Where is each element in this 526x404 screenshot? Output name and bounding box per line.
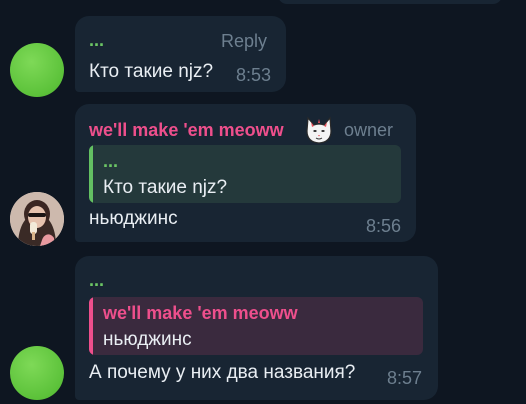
- cat-mask-icon: [306, 116, 332, 144]
- role-label: owner: [344, 120, 394, 140]
- message-bubble[interactable]: ... Reply Кто такие njz? 8:53: [75, 16, 286, 92]
- previous-message-bubble[interactable]: [278, 0, 502, 4]
- message-bubble[interactable]: ... we'll make 'em meoww ньюджинс А поче…: [75, 256, 438, 400]
- message-bubble[interactable]: we'll make 'em meoww owner ... Кто такие…: [75, 104, 416, 242]
- reply-quote[interactable]: we'll make 'em meoww ньюджинс: [89, 297, 423, 355]
- reply-button[interactable]: Reply: [221, 31, 267, 52]
- quote-sender: ...: [103, 151, 119, 171]
- avatar[interactable]: [10, 43, 64, 97]
- avatar[interactable]: [10, 192, 64, 246]
- reply-quote[interactable]: ... Кто такие njz?: [89, 145, 401, 203]
- message-text: Кто такие njz?: [89, 61, 214, 82]
- message-text: ньюджинс: [89, 208, 178, 229]
- message-time: 8:57: [387, 368, 423, 388]
- sender-name[interactable]: ...: [89, 30, 104, 51]
- quote-bar: [89, 145, 93, 203]
- message-text: А почему у них два названия?: [89, 362, 356, 383]
- quote-bar: [89, 297, 93, 355]
- sender-name[interactable]: we'll make 'em meoww: [89, 120, 284, 141]
- quote-text: ньюджинс: [103, 329, 192, 350]
- sender-name[interactable]: ...: [89, 270, 104, 291]
- quote-text: Кто такие njz?: [103, 177, 228, 198]
- quote-sender: we'll make 'em meoww: [103, 303, 298, 323]
- avatar[interactable]: [10, 346, 64, 400]
- message-time: 8:53: [236, 65, 272, 85]
- chat-view: ... Reply Кто такие njz? 8:53 we'll make…: [0, 0, 526, 404]
- message-time: 8:56: [366, 216, 402, 236]
- avatar-photo: [10, 192, 64, 246]
